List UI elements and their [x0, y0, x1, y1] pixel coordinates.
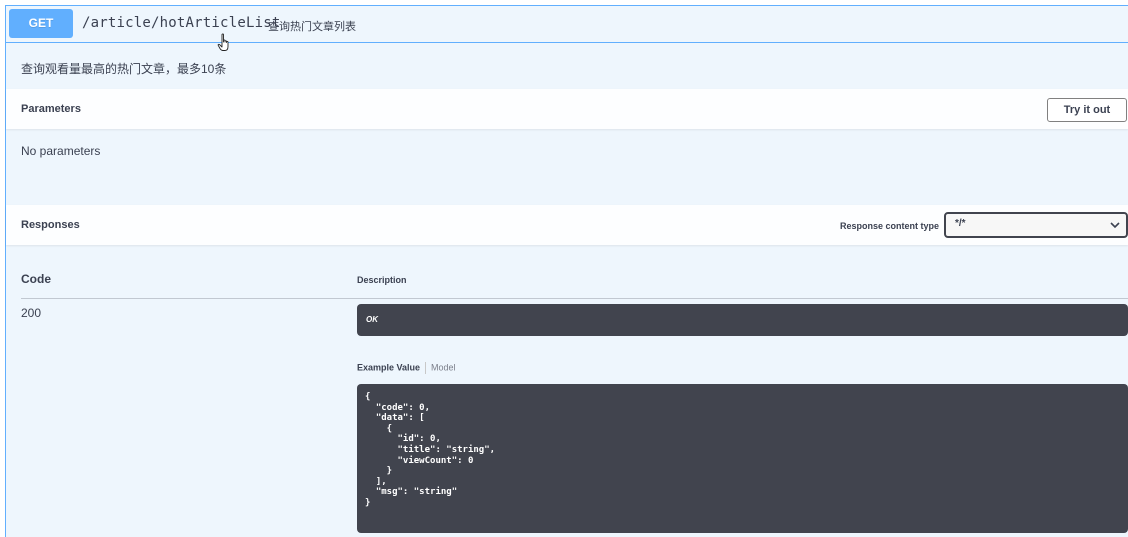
- column-header-description: Description: [357, 275, 407, 285]
- responses-table-header: Code Description: [21, 268, 1128, 299]
- try-it-out-button[interactable]: Try it out: [1047, 98, 1127, 122]
- parameters-header: Parameters Try it out: [6, 89, 1128, 129]
- response-description-box: OK: [357, 304, 1128, 336]
- response-code: 200: [21, 306, 42, 320]
- example-tabs: Example Value Model: [357, 362, 456, 374]
- operation-description: 查询观看量最高的热门文章，最多10条: [21, 62, 227, 76]
- endpoint-path: /article/hotArticleList: [82, 15, 281, 31]
- response-content-type-value: */*: [955, 218, 966, 229]
- example-value-code-block: { "code": 0, "data": [ { "id": 0, "title…: [357, 384, 1128, 533]
- response-content-type-select[interactable]: */*: [944, 212, 1128, 238]
- tab-model[interactable]: Model: [431, 362, 456, 372]
- example-json: { "code": 0, "data": [ { "id": 0, "title…: [365, 392, 496, 508]
- response-content-type-label: Response content type: [840, 221, 940, 231]
- operation-block: GET /article/hotArticleList 查询热门文章列表 查询观…: [5, 5, 1128, 537]
- chevron-down-icon: [1110, 222, 1120, 229]
- parameters-title: Parameters: [21, 103, 81, 115]
- hand-pointer-icon: [217, 33, 229, 51]
- tab-divider: [425, 362, 427, 374]
- tab-example-value[interactable]: Example Value: [357, 362, 420, 372]
- http-method-badge: GET: [9, 9, 73, 38]
- responses-title: Responses: [21, 219, 80, 231]
- endpoint-summary: 查询热门文章列表: [268, 21, 356, 33]
- no-parameters-text: No parameters: [21, 144, 101, 158]
- response-description: OK: [366, 315, 378, 324]
- column-header-code: Code: [21, 272, 51, 286]
- operation-summary[interactable]: GET /article/hotArticleList 查询热门文章列表: [6, 6, 1128, 51]
